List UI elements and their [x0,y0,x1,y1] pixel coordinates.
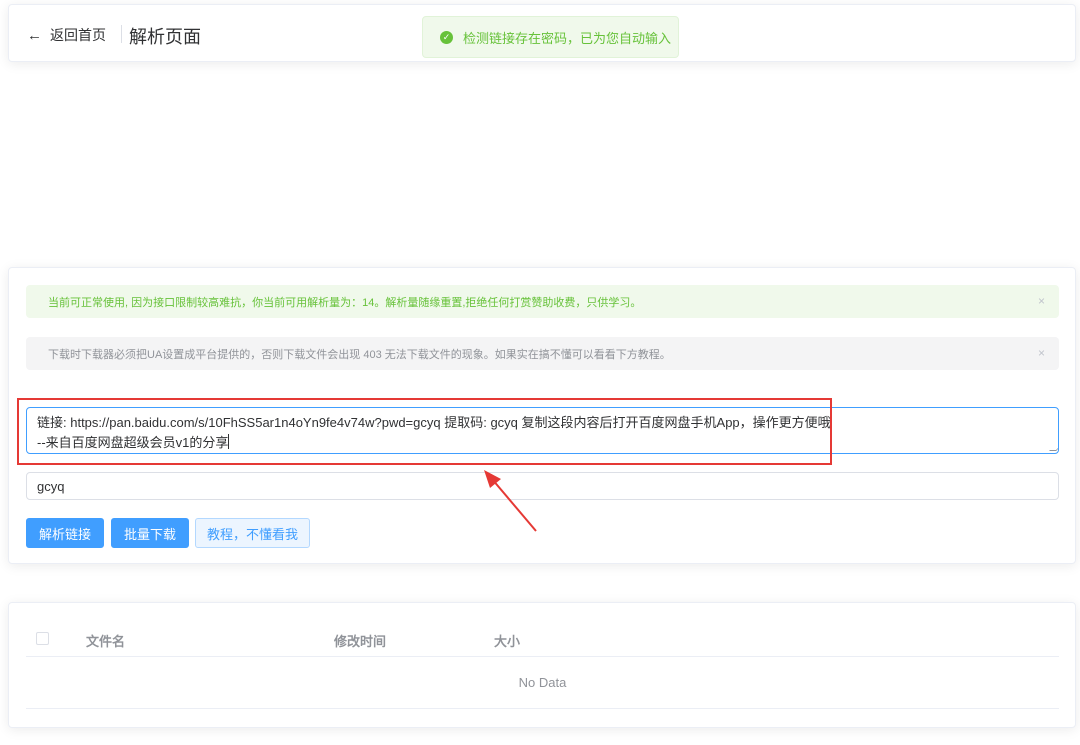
success-toast: ✓ 检测链接存在密码，已为您自动输入 [422,16,679,58]
share-link-value: 链接: https://pan.baidu.com/s/10FhSS5ar1n4… [37,415,831,450]
page-header: ← 返回首页 解析页面 ✓ 检测链接存在密码，已为您自动输入 [8,4,1076,62]
select-all-checkbox[interactable] [36,632,49,645]
arrow-left-icon: ← [27,26,42,44]
page-title: 解析页面 [129,27,201,47]
ua-notice-text: 下载时下载器必须把UA设置成平台提供的，否则下载文件会出现 403 无法下载文件… [48,348,671,361]
table-header: 文件名 修改时间 大小 [26,603,1059,657]
tutorial-button[interactable]: 教程，不懂看我 [195,518,310,548]
toast-message: 检测链接存在密码，已为您自动输入 [463,30,672,46]
back-label: 返回首页 [50,27,106,43]
column-header-modified[interactable]: 修改时间 [334,631,386,650]
parse-link-button[interactable]: 解析链接 [26,518,104,548]
text-caret [228,434,230,449]
ua-notice-alert: 下载时下载器必须把UA设置成平台提供的，否则下载文件会出现 403 无法下载文件… [26,337,1059,370]
table-empty-state: No Data [26,657,1059,709]
close-icon[interactable]: × [1038,346,1045,360]
usage-alert-text: 当前可正常使用, 因为接口限制较高难抗，你当前可用解析量为：14。解析量随缘重置… [48,296,642,309]
column-header-size[interactable]: 大小 [494,631,520,650]
back-to-home-link[interactable]: ← 返回首页 [27,25,106,45]
share-link-textarea[interactable]: 链接: https://pan.baidu.com/s/10FhSS5ar1n4… [26,407,1059,454]
check-circle-icon: ✓ [440,30,453,44]
batch-download-button[interactable]: 批量下载 [111,518,189,548]
column-header-filename[interactable]: 文件名 [86,631,125,650]
close-icon[interactable]: × [1038,294,1045,308]
file-table: 文件名 修改时间 大小 No Data [8,602,1076,728]
usage-alert: 当前可正常使用, 因为接口限制较高难抗，你当前可用解析量为：14。解析量随缘重置… [26,285,1059,318]
header-divider [121,25,122,43]
resize-handle[interactable] [1049,444,1058,451]
annotation-arrow-icon [484,470,537,532]
password-value: gcyq [37,478,65,494]
